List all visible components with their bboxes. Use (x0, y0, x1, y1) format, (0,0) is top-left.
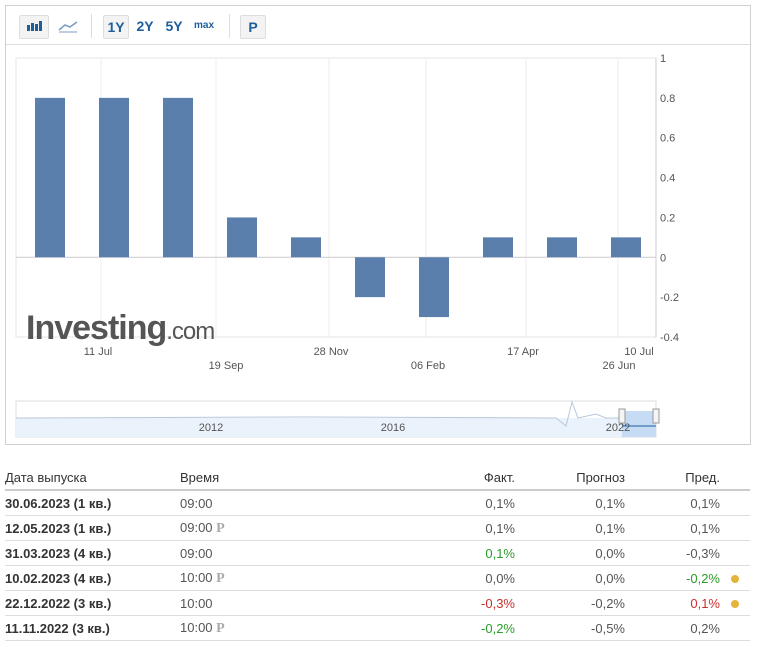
header-date[interactable]: Дата выпуска (5, 465, 180, 491)
time-value: 09:00 (180, 495, 213, 511)
chart-widget: 1Y 2Y 5Y max P 1 0.8 0.6 0.4 0.2 0 -0.2 -0.4 11 … (5, 5, 751, 445)
preliminary-icon: P (216, 570, 225, 586)
header-forecast[interactable]: Прогноз (515, 465, 625, 491)
navigator-right-handle[interactable] (652, 408, 660, 424)
previous-value: 0,2% (625, 615, 720, 641)
bar (355, 257, 385, 298)
previous-value: -0,3% (625, 540, 720, 566)
preliminary-icon: P (216, 520, 225, 536)
bar (99, 97, 129, 258)
y-tick-label: 0.6 (660, 133, 675, 145)
table-row: 30.06.2023 (1 кв.) 09:00 0,1% 0,1% 0,1% (5, 490, 750, 516)
previous-value: 0,1% (625, 590, 720, 616)
investing-logo: Investing.com (26, 309, 215, 347)
header-actual[interactable]: Факт. (340, 465, 515, 491)
forecast-value: -0,5% (515, 615, 625, 641)
forecast-value: 0,1% (515, 490, 625, 516)
previous-value: -0,2% (625, 565, 720, 591)
navigator-year-label: 2012 (199, 422, 223, 434)
previous-value: 0,1% (625, 515, 720, 541)
bar (35, 97, 65, 258)
y-tick-label: -0.2 (660, 292, 679, 304)
time-value: 10:00 (180, 569, 213, 585)
table-row: 22.12.2022 (3 кв.) 10:00 -0,3% -0,2% 0,1… (5, 590, 750, 616)
table-row: 31.03.2023 (4 кв.) 09:00 0,1% 0,0% -0,3% (5, 540, 750, 566)
x-tick-label: 28 Nov (314, 346, 349, 358)
navigator-year-label: 2016 (381, 422, 405, 434)
y-tick-label: 0.2 (660, 212, 675, 224)
header-previous[interactable]: Пред. (625, 465, 720, 491)
actual-value: 0,1% (340, 490, 515, 516)
bar (163, 97, 193, 258)
release-date: 10.02.2023 (4 кв.) (5, 565, 180, 591)
preliminary-icon: P (216, 620, 225, 636)
actual-value: -0,3% (340, 590, 515, 616)
header-time[interactable]: Время (180, 465, 340, 491)
actual-value: 0,1% (340, 515, 515, 541)
table-row: 11.11.2022 (3 кв.) 10:00 P -0,2% -0,5% 0… (5, 615, 750, 641)
release-date: 31.03.2023 (4 кв.) (5, 540, 180, 566)
time-value: 09:00 (180, 519, 213, 535)
release-time: 10:00 P (180, 565, 340, 591)
x-tick-label: 10 Jul (624, 346, 653, 358)
events-table: Дата выпуска Время Факт. Прогноз Пред. 3… (5, 465, 750, 641)
time-value: 09:00 (180, 545, 213, 561)
release-time: 09:00 P (180, 515, 340, 541)
y-tick-label: 0.4 (660, 173, 675, 185)
actual-value: -0,2% (340, 615, 515, 641)
time-value: 10:00 (180, 595, 213, 611)
time-value: 10:00 (180, 619, 213, 635)
bar-chart: 10.80.60.40.20-0.2-0.411 Jul19 Sep28 Nov… (15, 53, 679, 438)
bar (419, 257, 449, 318)
release-time: 09:00 (180, 540, 340, 566)
forecast-value: 0,1% (515, 515, 625, 541)
y-tick-label: 0 (660, 252, 666, 264)
y-tick-label: 0.8 (660, 93, 675, 105)
bar (611, 237, 641, 258)
forecast-value: 0,0% (515, 540, 625, 566)
bar (227, 217, 257, 258)
navigator-year-label: 2022 (606, 422, 630, 434)
release-time: 10:00 (180, 590, 340, 616)
actual-value: 0,0% (340, 565, 515, 591)
revised-dot-icon (731, 599, 739, 608)
y-tick-label: -0.4 (660, 332, 679, 344)
release-date: 12.05.2023 (1 кв.) (5, 515, 180, 541)
forecast-value: 0,0% (515, 565, 625, 591)
forecast-value: -0,2% (515, 590, 625, 616)
table-row: 12.05.2023 (1 кв.) 09:00 P 0,1% 0,1% 0,1… (5, 515, 750, 541)
table-row: 10.02.2023 (4 кв.) 10:00 P 0,0% 0,0% -0,… (5, 565, 750, 591)
x-tick-label: 26 Jun (602, 360, 635, 372)
release-time: 09:00 (180, 490, 340, 516)
release-date: 11.11.2022 (3 кв.) (5, 615, 180, 641)
revised-dot-icon (731, 574, 739, 583)
bar (547, 237, 577, 258)
x-tick-label: 06 Feb (411, 360, 445, 372)
actual-value: 0,1% (340, 540, 515, 566)
bar (483, 237, 513, 258)
previous-value: 0,1% (625, 490, 720, 516)
bar (291, 237, 321, 258)
y-tick-label: 1 (660, 53, 666, 65)
navigator-left-handle[interactable] (618, 408, 626, 424)
x-tick-label: 17 Apr (507, 346, 539, 358)
release-date: 30.06.2023 (1 кв.) (5, 490, 180, 516)
release-time: 10:00 P (180, 615, 340, 641)
release-date: 22.12.2022 (3 кв.) (5, 590, 180, 616)
x-tick-label: 19 Sep (209, 360, 244, 372)
